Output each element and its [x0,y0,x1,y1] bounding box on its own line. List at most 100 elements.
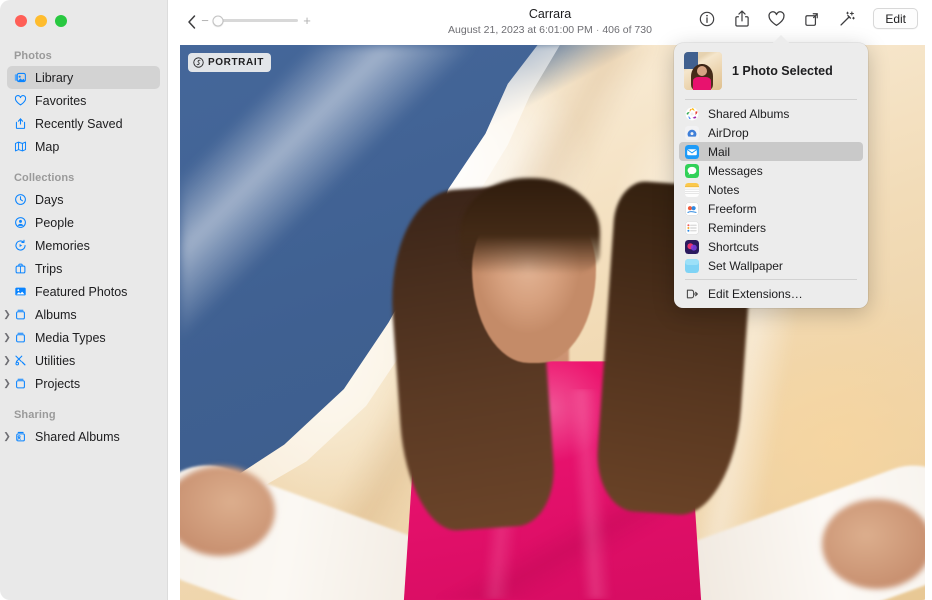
chevron-right-icon[interactable]: ❯ [2,431,12,442]
minimize-button[interactable] [35,15,47,27]
sidebar-item-label: Shared Albums [35,430,120,444]
chevron-right-icon[interactable]: ❯ [2,355,12,366]
zoom-slider-thumb[interactable] [213,15,224,26]
share-item-freeform[interactable]: Freeform [679,199,863,218]
sidebar-item-label: Map [35,140,59,154]
share-item-label: Shortcuts [708,240,759,254]
share-destination-list: Shared Albums AirDrop Mail Messages [674,100,868,275]
sidebar-item-label: Favorites [35,94,86,108]
photo-icon [14,285,27,298]
share-item-mail[interactable]: Mail [679,142,863,161]
sidebar-item-label: Library [35,71,73,85]
info-icon[interactable] [696,8,717,29]
extensions-icon [685,287,699,301]
sidebar-item-label: Trips [35,262,62,276]
sidebar-item-label: Albums [35,308,77,322]
sidebar-section-sharing: Sharing [0,395,167,425]
share-popover: 1 Photo Selected Shared Albums AirDrop [674,43,868,308]
map-icon [14,140,27,153]
share-item-notes[interactable]: Notes [679,180,863,199]
sidebar-item-trips[interactable]: Trips [7,257,160,280]
sidebar-item-media-types[interactable]: ❯ Media Types [7,326,160,349]
share-item-shared-albums[interactable]: Shared Albums [679,104,863,123]
edit-extensions-item[interactable]: Edit Extensions… [679,284,863,303]
sidebar-item-utilities[interactable]: ❯ Utilities [7,349,160,372]
photo-date: August 21, 2023 at 6:01:00 PM [448,24,593,36]
sidebar-scroll[interactable]: Photos Library Favorites Recently Saved [0,44,167,600]
album-icon [14,331,27,344]
popover-header: 1 Photo Selected [674,43,868,99]
album-icon [14,377,27,390]
notes-app-icon [685,183,699,197]
person-circle-icon [14,216,27,229]
sidebar-item-recently-saved[interactable]: Recently Saved [7,112,160,135]
sidebar-section-photos: Photos [0,44,167,66]
chevron-right-icon[interactable]: ❯ [2,309,12,320]
share-item-label: Freeform [708,202,757,216]
share-item-reminders[interactable]: Reminders [679,218,863,237]
airdrop-icon [685,126,699,140]
sidebar-item-map[interactable]: Map [7,135,160,158]
mail-app-icon [685,145,699,159]
share-item-label: Messages [708,164,763,178]
close-button[interactable] [15,15,27,27]
share-item-set-wallpaper[interactable]: Set Wallpaper [679,256,863,275]
sidebar-item-featured-photos[interactable]: Featured Photos [7,280,160,303]
share-icon[interactable] [731,8,752,29]
sidebar-item-days[interactable]: Days [7,188,160,211]
clock-icon [14,193,27,206]
zoom-slider[interactable]: − + [200,14,312,27]
popover-footer: Edit Extensions… [674,280,868,303]
edit-button[interactable]: Edit [873,8,918,29]
sidebar-item-label: Days [35,193,63,207]
chevron-right-icon[interactable]: ❯ [2,332,12,343]
zoom-out-button[interactable]: − [200,14,210,27]
share-item-label: Set Wallpaper [708,259,783,273]
status-badge[interactable]: PORTRAIT [188,53,271,72]
sidebar-item-memories[interactable]: Memories [7,234,160,257]
freeform-app-icon [685,202,699,216]
wallpaper-icon [685,259,699,273]
sidebar-item-projects[interactable]: ❯ Projects [7,372,160,395]
zoom-slider-track[interactable] [214,19,298,22]
download-box-icon [14,117,27,130]
photos-library-icon [14,71,27,84]
share-item-label: AirDrop [708,126,749,140]
share-item-shortcuts[interactable]: Shortcuts [679,237,863,256]
sidebar-item-shared-albums[interactable]: ❯ Shared Albums [7,425,160,448]
selected-photo-thumbnail [684,52,722,90]
photos-app-icon [685,107,699,121]
heart-icon[interactable] [766,8,787,29]
subject-hair-top [460,178,600,274]
toolbar-actions: Edit [696,8,918,29]
suitcase-icon [14,262,27,275]
sidebar-section-collections: Collections [0,158,167,188]
back-button[interactable] [184,12,200,32]
rotate-icon[interactable] [801,8,822,29]
traffic-lights [15,15,67,27]
tools-icon [14,354,27,367]
shortcuts-app-icon [685,240,699,254]
memories-play-icon [14,239,27,252]
zoom-button[interactable] [55,15,67,27]
auto-enhance-icon[interactable] [836,8,857,29]
sidebar-item-people[interactable]: People [7,211,160,234]
sidebar-item-label: Utilities [35,354,75,368]
sidebar-item-library[interactable]: Library [7,66,160,89]
subject-right-hand [822,499,925,589]
sidebar-item-favorites[interactable]: Favorites [7,89,160,112]
zoom-in-button[interactable]: + [302,14,312,27]
share-item-messages[interactable]: Messages [679,161,863,180]
sidebar-item-albums[interactable]: ❯ Albums [7,303,160,326]
album-icon [14,308,27,321]
metadata-separator: · [593,24,603,36]
share-item-label: Shared Albums [708,107,789,121]
sidebar-item-label: Projects [35,377,80,391]
chevron-right-icon[interactable]: ❯ [2,378,12,389]
photo-index: 406 of 730 [602,24,652,36]
share-item-label: Mail [708,145,730,159]
sidebar-item-label: Memories [35,239,90,253]
share-item-airdrop[interactable]: AirDrop [679,123,863,142]
sidebar: Photos Library Favorites Recently Saved [0,0,168,600]
shared-album-icon [14,430,27,443]
